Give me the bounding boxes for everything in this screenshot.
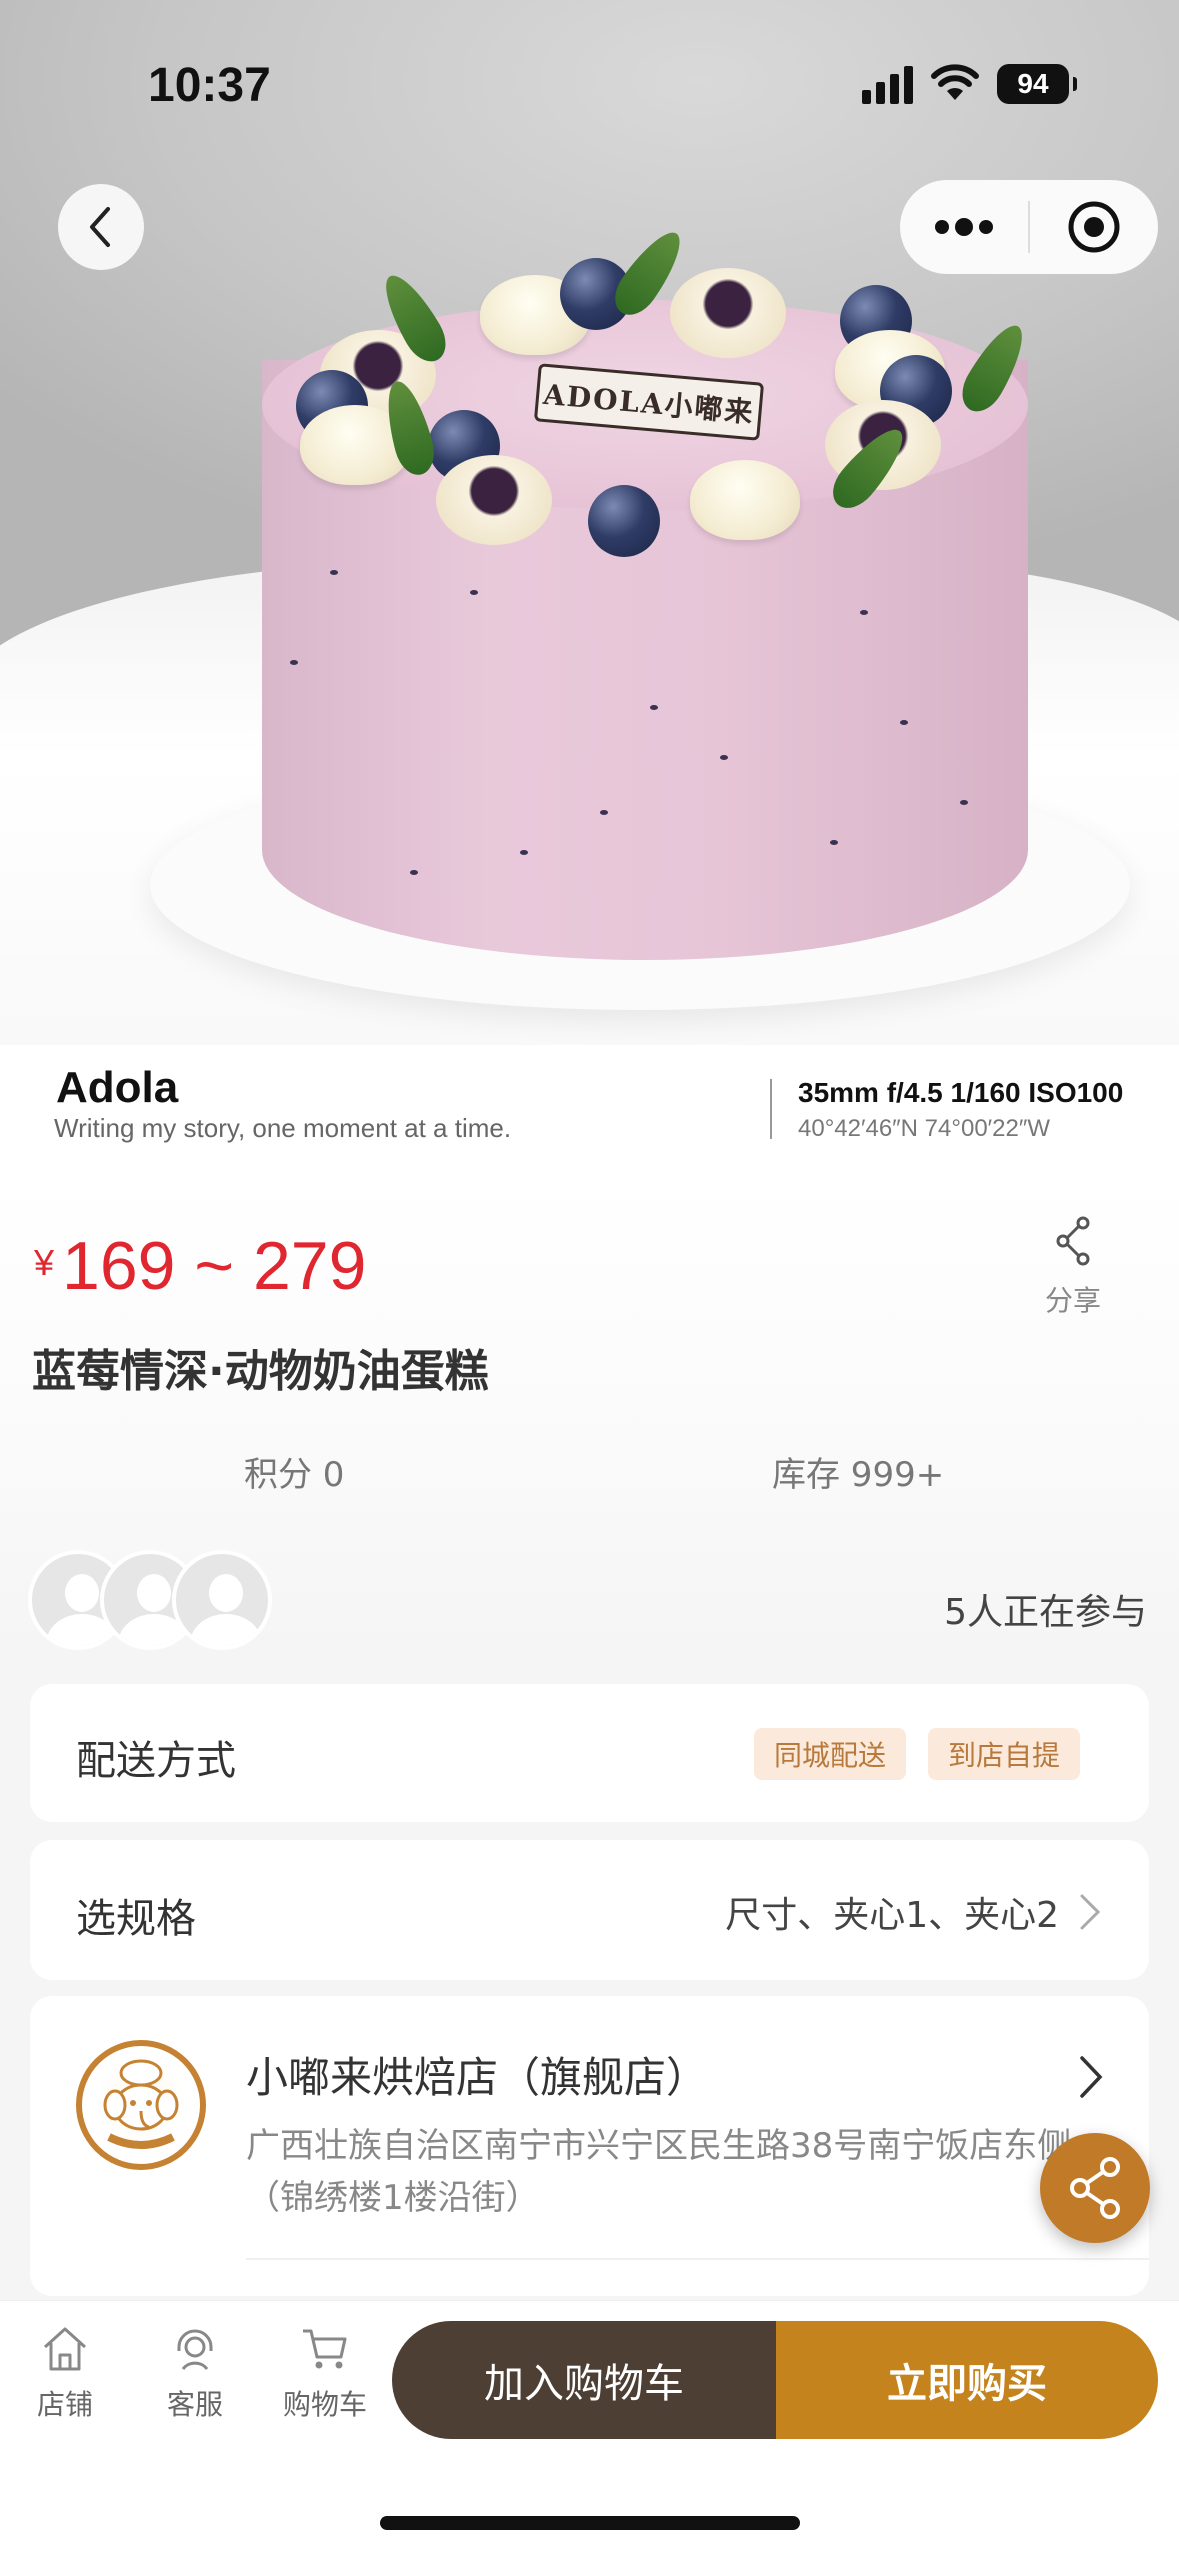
speck <box>600 810 608 815</box>
delivery-card[interactable]: 配送方式 同城配送 到店自提 <box>30 1684 1149 1822</box>
store-icon <box>43 2327 87 2371</box>
customer-service-icon <box>177 2329 213 2370</box>
stock: 库存 999+ <box>772 1455 945 1495</box>
speck <box>290 660 298 665</box>
speck <box>330 570 338 575</box>
divider <box>246 2258 1149 2260</box>
add-to-cart-button[interactable]: 加入购物车 <box>392 2321 776 2439</box>
home-indicator[interactable] <box>380 2516 800 2530</box>
product-title: 蓝莓情深·动物奶油蛋糕 <box>32 1346 489 1397</box>
points: 积分 0 <box>244 1455 345 1495</box>
product-hero-image[interactable]: ADOLA小嘟来 10:37 94 <box>0 0 1179 1045</box>
back-chevron-icon <box>90 207 110 247</box>
more-button[interactable] <box>900 180 1028 274</box>
nav-store-label: 店铺 <box>36 2388 93 2421</box>
speck <box>900 720 908 725</box>
nav-store[interactable]: 店铺 <box>10 2323 120 2423</box>
shop-address-detail: （锦绣楼1楼沿街） <box>246 2178 540 2218</box>
spec-card[interactable]: 选规格 尺寸、夹心1、夹心2 <box>30 1840 1149 1980</box>
share-icon <box>1056 1216 1090 1266</box>
spec-value: 尺寸、夹心1、夹心2 <box>725 1895 1059 1936</box>
spec-label: 选规格 <box>76 1896 196 1942</box>
nav-customer-service-label: 客服 <box>166 2388 223 2421</box>
speck <box>470 590 478 595</box>
price-range: 169 ~ 279 <box>62 1228 367 1304</box>
chevron-right-icon <box>1080 1894 1101 1930</box>
share-icon <box>1070 2157 1120 2219</box>
delivery-label: 配送方式 <box>76 1738 236 1784</box>
speck <box>520 850 528 855</box>
share-button[interactable]: 分享 <box>1040 1215 1106 1319</box>
share-label: 分享 <box>1044 1284 1101 1317</box>
nav-cart[interactable]: 购物车 <box>270 2323 380 2423</box>
nav-customer-service[interactable]: 客服 <box>140 2323 250 2423</box>
speck <box>720 755 728 760</box>
shop-name: 小嘟来烘焙店（旗舰店） <box>246 2053 709 2102</box>
battery-icon: 94 <box>997 64 1077 104</box>
wifi-icon <box>931 64 979 100</box>
status-icons: 94 <box>862 64 1077 104</box>
buy-now-button[interactable]: 立即购买 <box>776 2321 1158 2439</box>
photo-watermark: Adola Writing my story, one moment at a … <box>0 1045 1179 1175</box>
shop-logo <box>76 2040 206 2170</box>
elephant-chef-logo <box>103 2059 179 2149</box>
product-info: ¥169 ~ 279 分享 蓝莓情深·动物奶油蛋糕 积分 0 库存 999+ 5… <box>0 1175 1179 1650</box>
speck <box>860 610 868 615</box>
miniprogram-capsule <box>900 180 1158 274</box>
close-miniprogram-button[interactable] <box>1030 180 1158 274</box>
speck <box>650 705 658 710</box>
cream-swirl <box>690 460 800 540</box>
shop-card[interactable]: 小嘟来烘焙店（旗舰店） 广西壮族自治区南宁市兴宁区民生路38号南宁饭店东侧 （锦… <box>30 1996 1149 2296</box>
cart-icon <box>303 2329 347 2369</box>
floating-share-button[interactable] <box>1040 2133 1150 2243</box>
price-currency: ¥ <box>34 1242 55 1283</box>
watermark-coords: 40°42′46″N 74°00′22″W <box>798 1115 1051 1142</box>
participant-avatars <box>28 1550 288 1650</box>
status-time: 10:37 <box>148 59 271 112</box>
chevron-right-icon <box>1080 2056 1103 2098</box>
shop-address: 广西壮族自治区南宁市兴宁区民生路38号南宁饭店东侧 <box>246 2126 1072 2166</box>
watermark-camera: 35mm f/4.5 1/160 ISO100 <box>798 1077 1124 1108</box>
avatar <box>172 1550 272 1650</box>
blueberry <box>588 485 660 557</box>
watermark-brand: Adola <box>56 1063 179 1112</box>
price: ¥169 ~ 279 <box>34 1227 366 1305</box>
filled-cream <box>436 455 552 545</box>
close-target-icon <box>1068 201 1120 253</box>
more-dots-icon <box>935 218 993 236</box>
nav-cart-label: 购物车 <box>282 2388 367 2421</box>
delivery-tag-local[interactable]: 同城配送 <box>754 1728 907 1780</box>
back-button[interactable] <box>58 184 144 270</box>
participants-count: 5人正在参与 <box>944 1592 1147 1633</box>
speck <box>830 840 838 845</box>
speck <box>410 870 418 875</box>
delivery-tag-pickup[interactable]: 到店自提 <box>928 1728 1081 1780</box>
watermark-separator <box>770 1079 772 1139</box>
cellular-signal-icon <box>862 64 913 104</box>
speck <box>960 800 968 805</box>
watermark-tagline: Writing my story, one moment at a time. <box>54 1113 512 1143</box>
filled-cream <box>670 268 786 358</box>
